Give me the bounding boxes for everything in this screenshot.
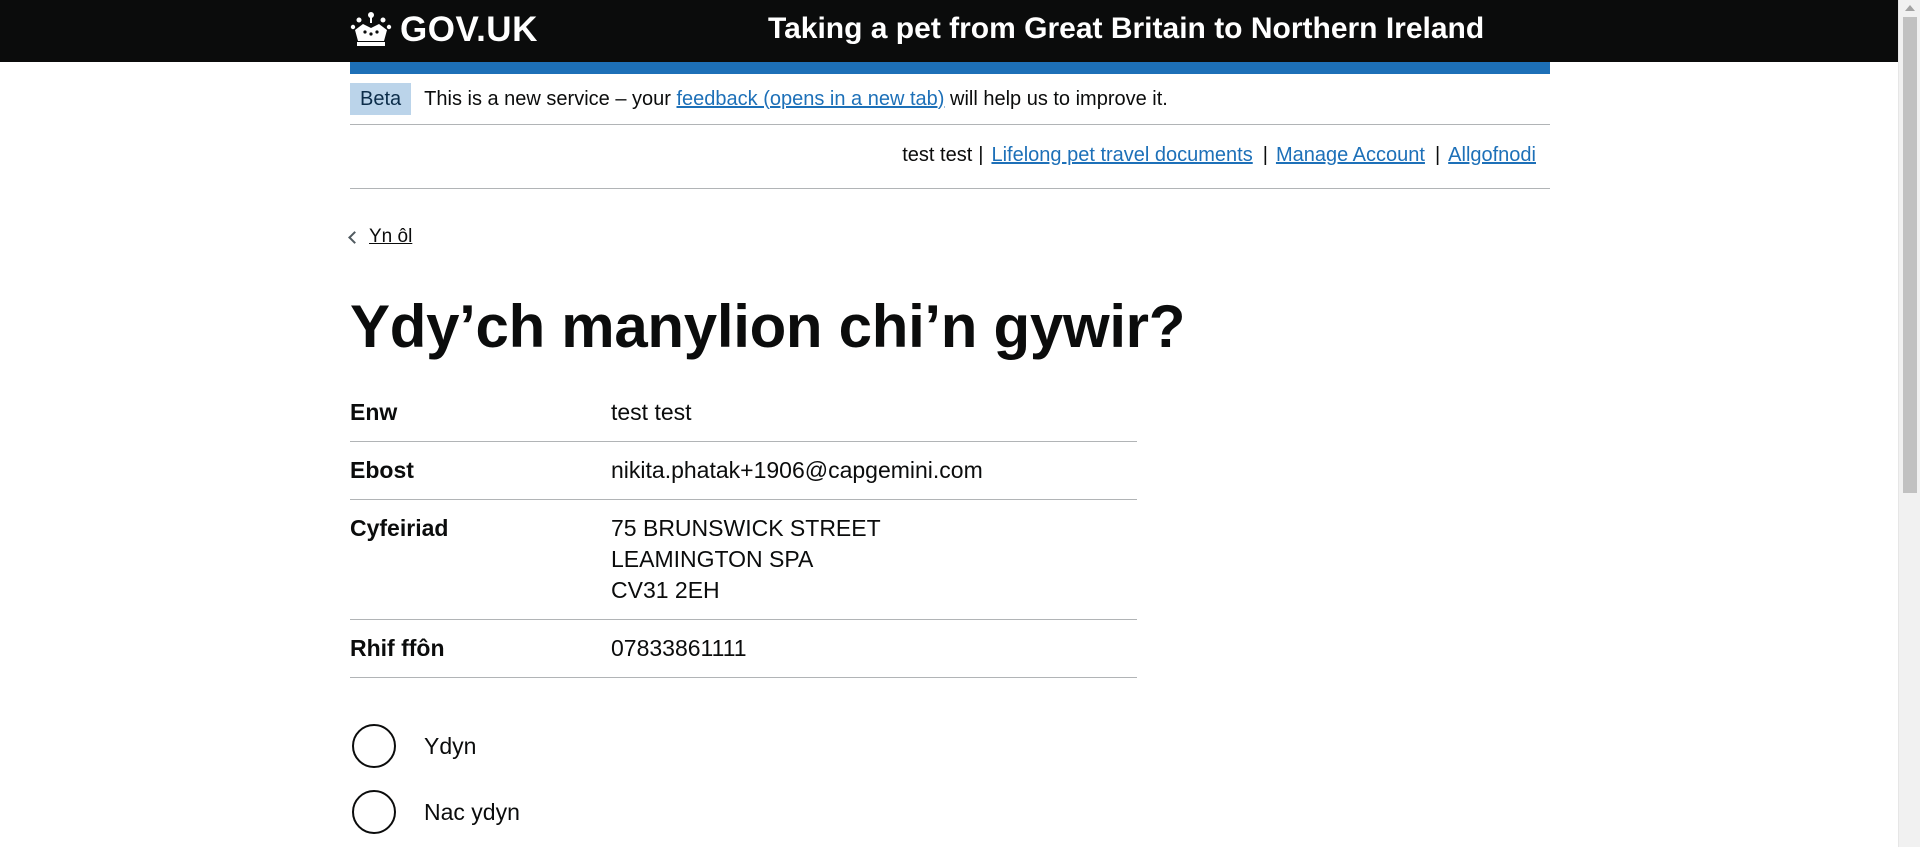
summary-key-label: Cyfeiriad	[350, 515, 449, 541]
user-name: test test	[902, 144, 973, 166]
summary-key-label: Enw	[350, 399, 398, 425]
crown-icon	[350, 10, 392, 50]
radio-yes-input[interactable]	[352, 724, 396, 768]
radio-option-no[interactable]: Nac ydyn	[350, 779, 520, 845]
radio-no-label[interactable]: Nac ydyn	[424, 799, 520, 826]
radio-yes-label[interactable]: Ydyn	[424, 733, 476, 760]
sign-out-link[interactable]: Allgofnodi	[1448, 144, 1536, 167]
confirm-details-radios: Ydyn Nac ydyn	[350, 713, 520, 845]
feedback-link[interactable]: feedback (opens in a new tab)	[676, 88, 944, 110]
summary-key: Enw	[350, 384, 611, 442]
radio-no-input[interactable]	[352, 790, 396, 834]
logo-text: GOV.UK	[400, 10, 538, 49]
summary-value-line: test test	[611, 399, 692, 425]
summary-value: test test	[611, 384, 1137, 442]
beta-tag: Beta	[350, 83, 412, 115]
summary-value-line: nikita.phatak+1906@capgemini.com	[611, 457, 983, 483]
chevron-left-icon	[348, 231, 361, 244]
manage-account-link[interactable]: Manage Account	[1276, 144, 1425, 167]
header-blue-bar	[350, 62, 1550, 74]
phase-banner: Beta This is a new service – your feedba…	[350, 74, 1550, 125]
account-bar: test test | Lifelong pet travel document…	[350, 125, 1550, 189]
summary-key-label: Ebost	[350, 457, 414, 483]
summary-row-address: Cyfeiriad 75 BRUNSWICK STREET LEAMINGTON…	[350, 500, 1137, 620]
address-postcode: CV31 2EH	[611, 577, 720, 603]
summary-row-email: Ebost nikita.phatak+1906@capgemini.com	[350, 442, 1137, 500]
service-name-link[interactable]: Taking a pet from Great Britain to North…	[768, 12, 1484, 46]
separator: |	[1434, 144, 1441, 166]
back-link[interactable]: Yn ôl	[348, 226, 413, 248]
summary-value: 07833861111	[611, 620, 1137, 678]
summary-key: Cyfeiriad	[350, 500, 611, 620]
scroll-up-icon[interactable]	[1905, 5, 1915, 11]
govuk-logo-link[interactable]: GOV.UK	[350, 8, 538, 52]
summary-key-label: Rhif ffôn	[350, 635, 445, 661]
address-line-1: 75 BRUNSWICK STREET	[611, 515, 881, 541]
site-header: GOV.UK Taking a pet from Great Britain t…	[0, 0, 1898, 62]
summary-key: Ebost	[350, 442, 611, 500]
summary-value: nikita.phatak+1906@capgemini.com	[611, 442, 1137, 500]
scrollbar-thumb[interactable]	[1903, 17, 1917, 493]
separator: |	[1262, 144, 1268, 166]
summary-row-name: Enw test test	[350, 384, 1137, 442]
back-link-label: Yn ôl	[369, 226, 413, 247]
phase-text-after: will help us to improve it.	[944, 87, 1168, 110]
page-title: Ydy’ch manylion chi’n gywir?	[350, 293, 1186, 360]
summary-value-line: 07833861111	[611, 635, 747, 661]
lifelong-documents-link[interactable]: Lifelong pet travel documents	[991, 144, 1252, 167]
phase-banner-text: This is a new service – your feedback (o…	[424, 88, 1168, 111]
summary-key: Rhif ffôn	[350, 620, 611, 678]
page-scrollbar[interactable]	[1898, 0, 1920, 847]
radio-option-yes[interactable]: Ydyn	[350, 713, 520, 779]
separator: |	[978, 144, 984, 166]
phase-text-before: This is a new service – your	[424, 87, 677, 110]
address-line-2: LEAMINGTON SPA	[611, 546, 814, 572]
summary-value: 75 BRUNSWICK STREET LEAMINGTON SPA CV31 …	[611, 500, 1137, 620]
summary-row-phone: Rhif ffôn 07833861111	[350, 620, 1137, 678]
summary-list: Enw test test Ebost nikita.phatak+1906@c…	[350, 384, 1137, 678]
account-nav: test test | Lifelong pet travel document…	[902, 144, 1536, 167]
